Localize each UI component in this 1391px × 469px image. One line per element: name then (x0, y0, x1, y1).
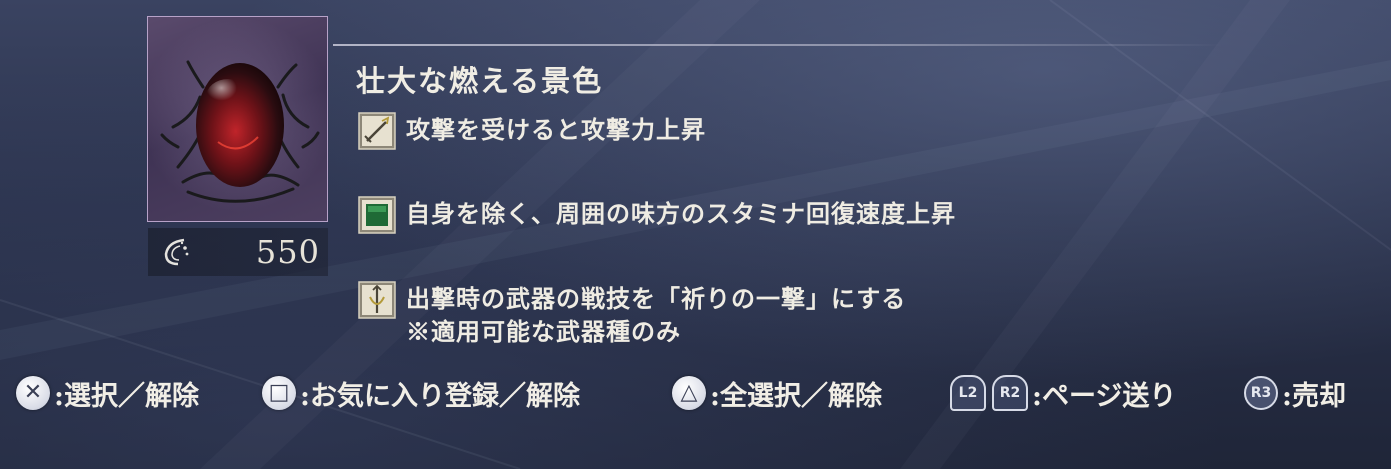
prompt-sell-label: :売却 (1282, 380, 1346, 412)
triangle-button-icon: △ (672, 376, 706, 410)
button-prompts-bar: ✕ :選択／解除 □ :お気に入り登録／解除 △ :全選択／解除 L2 R2 :… (0, 370, 1391, 420)
effect-text: 攻撃を受けると攻撃力上昇 (406, 115, 706, 144)
prompt-favorite[interactable]: □ :お気に入り登録／解除 (262, 370, 580, 416)
item-image-frame (147, 16, 328, 222)
effect-text: 出撃時の武器の戦技を「祈りの一撃」にする ※適用可能な武器種のみ (406, 282, 906, 348)
prompt-favorite-label: :お気に入り登録／解除 (300, 380, 580, 412)
r2-button-icon: R2 (992, 375, 1028, 411)
prompt-select-all[interactable]: △ :全選択／解除 (672, 370, 882, 416)
prompt-sell[interactable]: R3 :売却 (1244, 370, 1346, 416)
sword-attack-icon (358, 112, 396, 150)
prompt-page[interactable]: L2 R2 :ページ送り (950, 370, 1176, 416)
effect-note-text: ※適用可能な武器種のみ (406, 317, 681, 346)
green-stamina-icon (358, 196, 396, 234)
relic-image (160, 60, 320, 203)
prompt-select-all-label: :全選択／解除 (710, 380, 882, 412)
item-title: 壮大な燃える景色 (356, 64, 604, 98)
square-button-icon: □ (262, 376, 296, 410)
prompt-page-label: :ページ送り (1032, 380, 1177, 412)
effect-text: 自身を除く、周囲の味方のスタミナ回復速度上昇 (406, 199, 956, 228)
rune-icon (164, 238, 189, 266)
weapon-skill-icon (358, 281, 396, 319)
rune-value-bar: 550 (148, 228, 328, 276)
prompt-select[interactable]: ✕ :選択／解除 (16, 370, 199, 416)
l2-button-icon: L2 (950, 375, 986, 411)
cross-button-icon: ✕ (16, 376, 50, 410)
effect-main-text: 出撃時の武器の戦技を「祈りの一撃」にする (406, 284, 907, 313)
prompt-select-label: :選択／解除 (54, 380, 199, 412)
title-divider (333, 44, 1223, 46)
rune-value: 550 (255, 233, 320, 271)
r3-button-icon: R3 (1244, 376, 1278, 410)
